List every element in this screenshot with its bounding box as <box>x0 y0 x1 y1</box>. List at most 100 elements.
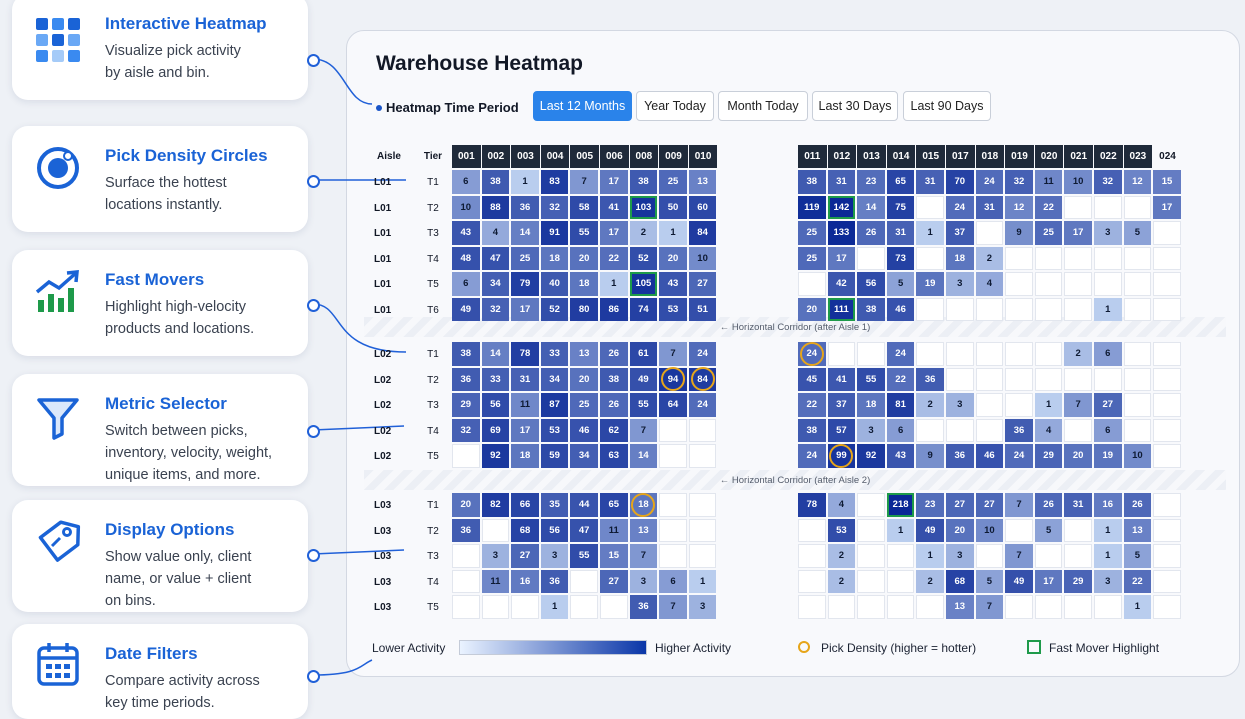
aisle-label: L01 <box>374 304 392 316</box>
feature-title: Interactive Heatmap <box>105 14 267 33</box>
empty-bin <box>857 246 885 270</box>
heatmap-cell: 18 <box>946 246 974 270</box>
column-header: 002 <box>481 145 511 168</box>
heatmap-cell: 20 <box>570 367 598 391</box>
empty-bin <box>798 518 826 542</box>
empty-bin <box>1153 342 1181 366</box>
column-header: 012 <box>827 145 857 168</box>
heatmap-cell: 62 <box>600 418 628 442</box>
empty-bin <box>1005 595 1033 619</box>
heatmap-cell: 49 <box>452 297 480 321</box>
heatmap-cell: 4 <box>1034 418 1063 442</box>
empty-bin <box>975 342 1004 366</box>
aisle-label: L03 <box>374 500 392 512</box>
heatmap-cell: 22 <box>1123 569 1152 593</box>
heatmap-cell: 3 <box>946 393 974 417</box>
heatmap-cell: 20 <box>452 493 480 517</box>
empty-bin <box>827 342 856 366</box>
empty-bin <box>916 297 944 321</box>
heatmap-cell: 5 <box>1034 518 1063 542</box>
empty-bin <box>1153 569 1181 593</box>
column-header: 009 <box>659 145 688 168</box>
heatmap-cell: 14 <box>511 221 539 245</box>
column-header: 013 <box>857 145 886 168</box>
heatmap-cell: 18 <box>857 393 885 417</box>
feature-metric-selector: Metric Selector Switch between picks, inv… <box>12 374 308 486</box>
heatmap-cell: 43 <box>659 272 687 296</box>
heatmap-cell: 9 <box>916 444 944 468</box>
aisle-label: L03 <box>374 525 392 537</box>
legend-fast-mover-square <box>1027 640 1041 654</box>
empty-bin <box>1094 272 1122 296</box>
empty-bin <box>1094 246 1122 270</box>
column-header: 006 <box>600 145 629 168</box>
empty-bin <box>916 418 944 442</box>
aisle-label: L02 <box>374 425 392 437</box>
heatmap-cell: 2 <box>916 569 944 593</box>
heatmap-cell: 18 <box>540 246 569 270</box>
heatmap-cell: 52 <box>629 246 658 270</box>
tag-icon <box>38 520 81 562</box>
column-header-tier: Tier <box>423 151 443 162</box>
connector-dot <box>307 425 320 438</box>
heatmap-cell: 74 <box>629 297 658 321</box>
empty-bin <box>946 367 974 391</box>
tab-last-90-days[interactable]: Last 90 Days <box>903 91 991 121</box>
tab-last-30-days[interactable]: Last 30 Days <box>812 91 898 121</box>
feature-description: Compare activity across key time periods. <box>105 673 260 711</box>
heatmap-cell: 31 <box>1064 493 1092 517</box>
heatmap-cell: 52 <box>540 297 569 321</box>
empty-bin <box>946 342 974 366</box>
empty-bin <box>659 518 687 542</box>
empty-bin <box>511 595 539 619</box>
heatmap-cell: 31 <box>916 170 944 194</box>
heatmap-cell: 1 <box>1034 393 1063 417</box>
tab-year-today[interactable]: Year Today <box>636 91 714 121</box>
heatmap-cell: 18 <box>629 493 658 517</box>
empty-bin <box>1094 595 1122 619</box>
empty-bin <box>452 569 480 593</box>
empty-bin <box>1064 297 1092 321</box>
heatmap-cell: 68 <box>511 518 539 542</box>
feature-description: Switch between picks, inventory, velocity… <box>105 423 273 483</box>
tier-label: T2 <box>427 374 439 386</box>
empty-bin <box>798 544 826 568</box>
tier-label: T4 <box>427 425 439 437</box>
tier-label: T5 <box>427 602 439 614</box>
heatmap-cell: 91 <box>540 221 569 245</box>
tab-month-today[interactable]: Month Today <box>718 91 808 121</box>
heatmap-cell: 68 <box>946 569 974 593</box>
empty-bin <box>886 595 915 619</box>
heatmap-cell: 2 <box>1064 342 1092 366</box>
heatmap-cell: 32 <box>452 418 480 442</box>
heatmap-cell: 11 <box>511 393 539 417</box>
heatmap-cell: 13 <box>1123 518 1152 542</box>
heatmap-cell: 38 <box>857 297 885 321</box>
column-header: 003 <box>511 145 540 168</box>
empty-bin <box>1005 518 1033 542</box>
fast-mover-cell: 218 <box>886 493 915 517</box>
aisle-label: L02 <box>374 400 392 412</box>
tier-label: T6 <box>427 304 439 316</box>
heatmap-cell: 1 <box>600 272 628 296</box>
empty-bin <box>1005 246 1033 270</box>
empty-bin <box>1123 195 1152 219</box>
heatmap-cell: 53 <box>827 518 856 542</box>
empty-bin <box>1064 518 1092 542</box>
heatmap-cell: 1 <box>1094 518 1122 542</box>
empty-bin <box>1153 444 1181 468</box>
empty-bin <box>659 493 687 517</box>
heatmap-cell: 41 <box>600 195 628 219</box>
feature-description: Show value only, client name, or value + … <box>105 549 252 609</box>
grid-icon <box>36 18 80 62</box>
empty-bin <box>1005 272 1033 296</box>
column-header: 010 <box>688 145 718 168</box>
legend-higher: Higher Activity <box>655 641 732 655</box>
tab-last-12-months[interactable]: Last 12 Months <box>533 91 632 121</box>
empty-bin <box>1005 297 1033 321</box>
heatmap-cell: 1 <box>1094 297 1122 321</box>
column-header: 023 <box>1123 145 1153 168</box>
heatmap-cell: 17 <box>511 297 539 321</box>
heatmap-cell: 17 <box>1064 221 1092 245</box>
heatmap-cell: 81 <box>886 393 915 417</box>
